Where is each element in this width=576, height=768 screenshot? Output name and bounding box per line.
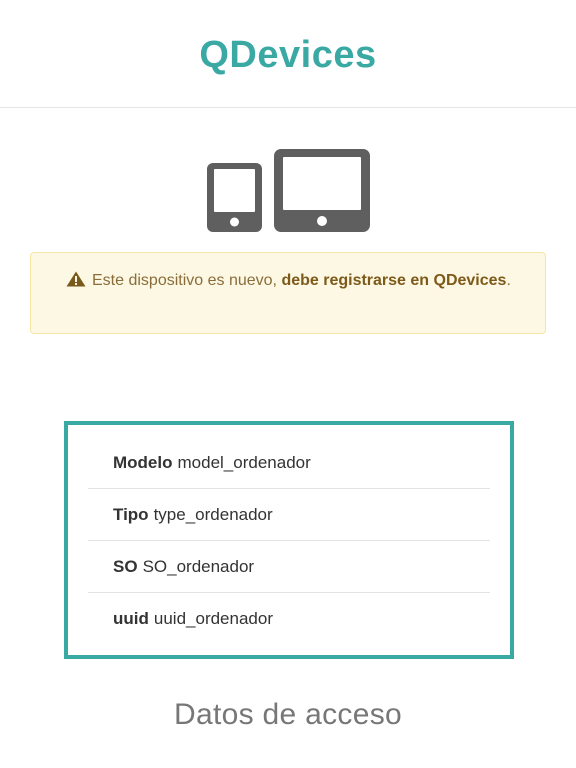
page: QDevices Este dispositivo es nuevo, debe… (0, 0, 576, 768)
info-row-modelo: Modelo model_ordenador (88, 437, 490, 489)
info-value: uuid_ordenador (153, 609, 273, 628)
phone-and-tablet-icon (205, 148, 371, 234)
info-key: uuid (113, 609, 149, 628)
info-row-tipo: Tipo type_ordenador (88, 489, 490, 541)
alert-text: Este dispositivo es nuevo, (92, 272, 282, 289)
header: QDevices (0, 0, 576, 108)
info-value: SO_ordenador (142, 557, 255, 576)
info-value: model_ordenador (177, 453, 311, 472)
warning-triangle-icon (66, 270, 86, 287)
device-info-box: Modelo model_ordenador Tipo type_ordenador… (64, 421, 514, 659)
access-data-heading: Datos de acceso (174, 698, 402, 731)
new-device-alert: Este dispositivo es nuevo, debe registra… (30, 252, 546, 334)
info-key: Tipo (113, 505, 149, 524)
info-row-so: SO SO_ordenador (88, 541, 490, 593)
info-key: SO (113, 557, 138, 576)
info-row-uuid: uuid uuid_ordenador (88, 593, 490, 645)
info-key: Modelo (113, 453, 173, 472)
alert-text-end: . (506, 272, 511, 289)
app-title: QDevices (199, 34, 377, 76)
alert-bold-text: debe registrarse en QDevices (281, 272, 507, 289)
info-value: type_ordenador (153, 505, 273, 524)
